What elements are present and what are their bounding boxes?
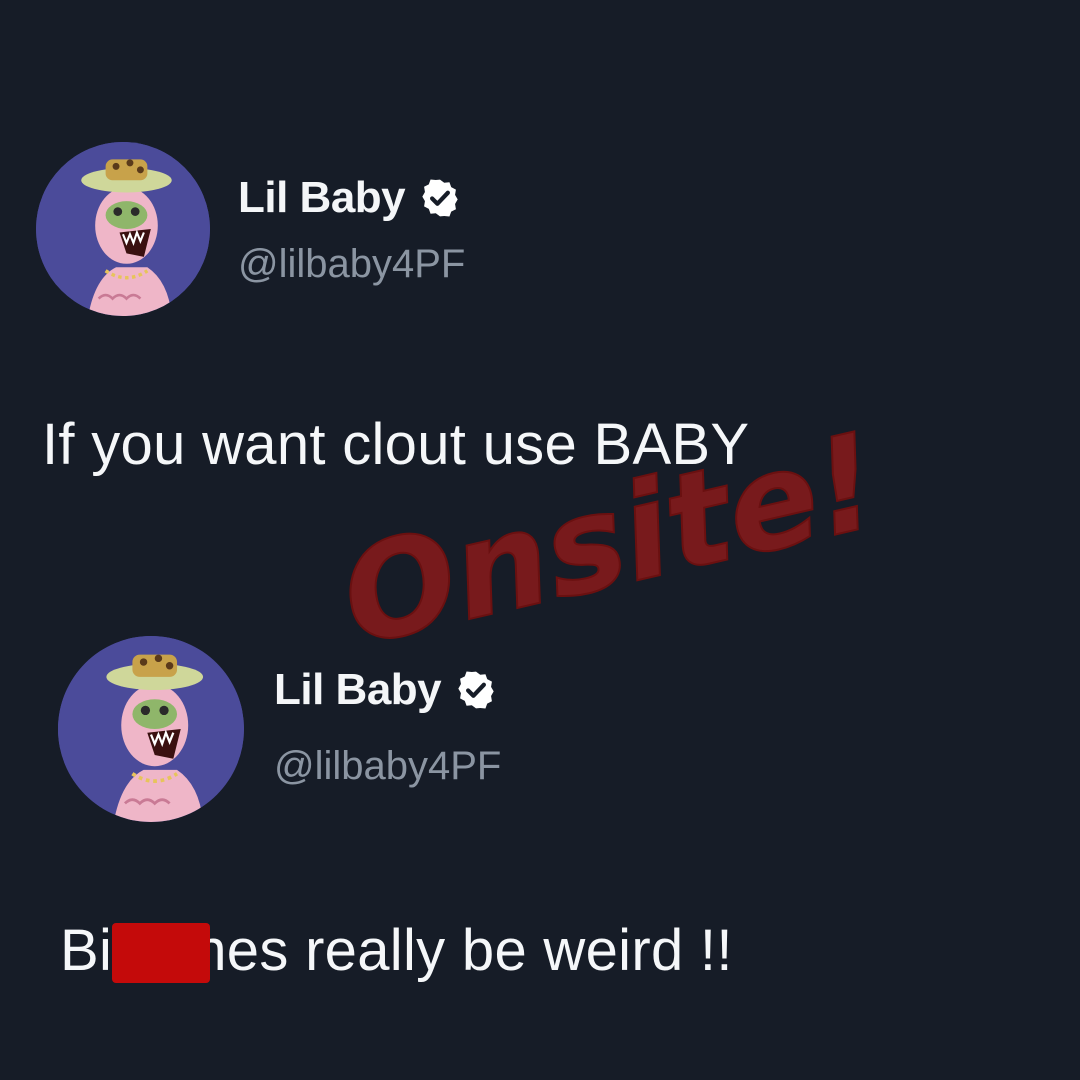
verified-badge-icon bbox=[419, 177, 461, 219]
tweet-text: If you want clout use BABY bbox=[42, 412, 750, 477]
avatar[interactable] bbox=[58, 636, 244, 822]
tweet-card: Lil Baby @lilbaby4PF Bi hes really be we… bbox=[0, 540, 1080, 1080]
name-row: Lil Baby bbox=[238, 176, 461, 220]
display-name[interactable]: Lil Baby bbox=[274, 668, 442, 712]
verified-badge-icon bbox=[455, 669, 497, 711]
handle[interactable]: @lilbaby4PF bbox=[238, 244, 465, 284]
ape-avatar-icon bbox=[58, 636, 244, 822]
name-row: Lil Baby bbox=[274, 668, 497, 712]
handle[interactable]: @lilbaby4PF bbox=[274, 746, 501, 786]
avatar[interactable] bbox=[36, 142, 210, 316]
censor-bar bbox=[112, 923, 210, 983]
ape-avatar-icon bbox=[36, 142, 210, 316]
tweet-card: Lil Baby @lilbaby4PF If you want clout u… bbox=[0, 0, 1080, 540]
display-name[interactable]: Lil Baby bbox=[238, 176, 406, 220]
